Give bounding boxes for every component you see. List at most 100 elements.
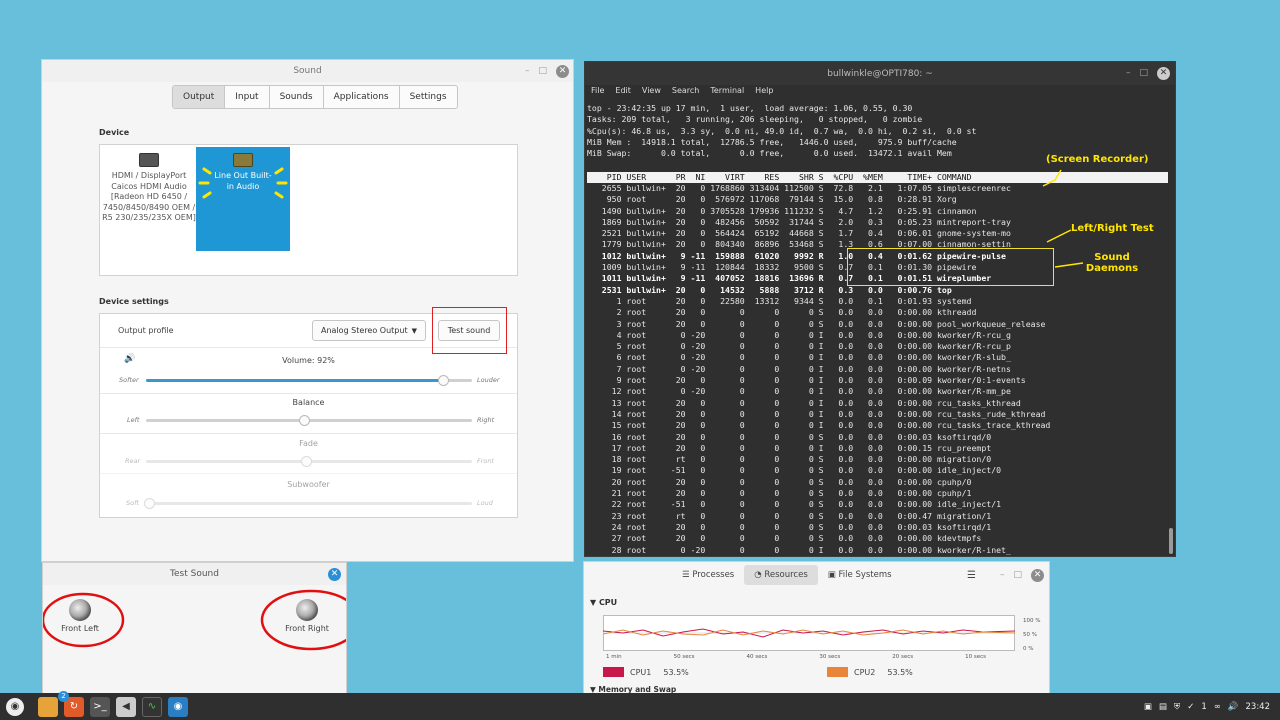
cpu-x-axis: 1 min 50 secs 40 secs 30 secs 20 secs 10…	[606, 654, 986, 660]
volume-icon[interactable]: 🔊	[1228, 702, 1239, 712]
y-tick: 50 %	[1023, 632, 1037, 638]
terminal-titlebar[interactable]: bullwinkle@OPTI780: ~ – □ ✕	[585, 62, 1175, 85]
maximize-icon[interactable]: □	[1013, 570, 1022, 580]
balance-label: Balance	[292, 398, 325, 407]
system-tray: ▣ ▤ ⛨ ✓ 1 ∞ 🔊 23:42	[1144, 693, 1270, 720]
output-profile-label: Output profile	[118, 326, 174, 335]
update-manager-icon[interactable]: ↻ 2	[58, 690, 84, 717]
tab-applications[interactable]: Applications	[324, 86, 400, 108]
balance-slider-handle[interactable]	[299, 415, 310, 426]
menu-help[interactable]: Help	[755, 86, 773, 95]
subwoofer-row: Subwoofer Soft Loud	[100, 474, 517, 518]
clock[interactable]: 23:42	[1246, 702, 1271, 712]
sound-tabs: Output Input Sounds Applications Setting…	[172, 85, 458, 109]
cpu-section-toggle[interactable]: ▼ CPU	[590, 598, 617, 607]
shield-icon[interactable]: ⛨	[1174, 702, 1180, 712]
menu-search[interactable]: Search	[672, 86, 699, 95]
menu-edit[interactable]: Edit	[615, 86, 631, 95]
y-tick: 100 %	[1023, 618, 1041, 624]
cpu2-legend: CPU2 53.5%	[827, 667, 913, 677]
test-sound-titlebar[interactable]: Test Sound ✕	[43, 563, 346, 585]
device-hdmi[interactable]: HDMI / DisplayPort Caicos HDMI Audio [Ra…	[102, 147, 196, 251]
volume-slider[interactable]	[146, 375, 472, 386]
x-tick: 50 secs	[673, 654, 695, 660]
red-circle-annotations	[43, 589, 346, 651]
process-row: 950 root 20 0 576972 117068 79144 S 15.0…	[587, 194, 957, 205]
x-tick: 1 min	[606, 654, 622, 660]
process-row: 21 root 20 0 0 0 0 S 0.0 0.0 0:00.00 cpu…	[587, 488, 972, 499]
maximize-icon[interactable]: □	[538, 66, 547, 76]
volume-slider-fill	[146, 379, 446, 382]
balance-min-label: Left	[127, 416, 140, 424]
device-line-out[interactable]: Line Out Built-in Audio	[196, 147, 290, 251]
clipboard-icon[interactable]: ▤	[1159, 702, 1167, 712]
update-icon[interactable]: ✓	[1187, 702, 1194, 712]
process-row: 22 root -51 0 0 0 0 S 0.0 0.0 0:00.00 id…	[587, 499, 1002, 510]
output-profile-select[interactable]: Analog Stereo Output ▼	[312, 320, 426, 341]
y-tick: 0 %	[1023, 646, 1034, 652]
subwoofer-max-label: Loud	[477, 499, 493, 507]
tab-output[interactable]: Output	[173, 86, 226, 108]
close-icon[interactable]: ✕	[556, 64, 569, 78]
process-row: 17 root 20 0 0 0 0 I 0.0 0.0 0:00.15 rcu…	[587, 442, 992, 453]
menu-file[interactable]: File	[591, 86, 604, 95]
tray-counter: 1	[1201, 701, 1207, 712]
summary-line: top - 23:42:35 up 17 min, 1 user, load a…	[587, 103, 913, 113]
cpu2-value: 53.5%	[887, 667, 913, 677]
menu-view[interactable]: View	[642, 86, 661, 95]
tab-processes[interactable]: ☰ Processes	[672, 565, 744, 585]
folder-icon[interactable]	[38, 696, 58, 717]
fade-min-label: Rear	[125, 457, 141, 465]
screenshot-icon[interactable]: ▣	[1144, 702, 1152, 712]
menu-terminal[interactable]: Terminal	[710, 86, 744, 95]
process-row: 1490 bullwin+ 20 0 3705528 179936 111232…	[587, 205, 977, 216]
x-tick: 10 secs	[965, 654, 986, 660]
device-heading: Device	[99, 128, 130, 137]
close-icon[interactable]: ✕	[328, 567, 341, 581]
hamburger-menu-icon[interactable]: ☰	[967, 570, 976, 581]
disk-icon: ▣	[827, 570, 839, 580]
cpu2-color-swatch[interactable]	[827, 667, 848, 677]
sysmon-tabs: ☰ Processes ◔ Resources ▣ File Systems	[672, 565, 902, 585]
terminal-scrollbar[interactable]	[1169, 528, 1173, 554]
list-icon: ☰	[682, 570, 693, 580]
cpu1-legend: CPU1 53.5%	[603, 667, 689, 677]
process-row: 1 root 20 0 22580 13312 9344 S 0.0 0.1 0…	[587, 295, 972, 306]
menu-icon[interactable]: ◉	[6, 697, 24, 716]
process-row: 19 root -51 0 0 0 0 S 0.0 0.0 0:00.00 id…	[587, 465, 1002, 476]
tab-resources-label: Resources	[764, 570, 808, 580]
device-list: HDMI / DisplayPort Caicos HDMI Audio [Ra…	[99, 144, 518, 276]
network-icon[interactable]: ∞	[1214, 702, 1221, 712]
balance-slider[interactable]	[146, 415, 472, 426]
system-monitor-icon[interactable]: ∿	[142, 696, 162, 717]
tab-sounds[interactable]: Sounds	[270, 86, 324, 108]
expand-triangle-icon: ▼	[590, 598, 599, 607]
sound-titlebar[interactable]: Sound – □ ✕	[42, 60, 573, 82]
volume-min-label: Softer	[119, 376, 139, 384]
minimize-icon[interactable]: –	[1126, 69, 1131, 78]
annotation-lr-test: Left/Right Test	[1071, 223, 1154, 234]
tab-file-systems[interactable]: ▣ File Systems	[818, 565, 902, 585]
summary-line: MiB Mem : 14918.1 total, 12786.5 free, 1…	[587, 136, 957, 147]
summary-line: MiB Swap: 0.0 total, 0.0 free, 0.0 used.…	[587, 148, 952, 159]
minimize-icon[interactable]: –	[1000, 570, 1005, 580]
process-row: 6 root 0 -20 0 0 0 I 0.0 0.0 0:00.00 kwo…	[587, 352, 1011, 363]
tab-resources[interactable]: ◔ Resources	[744, 565, 818, 585]
cpu1-color-swatch[interactable]	[603, 667, 624, 677]
maximize-icon[interactable]: □	[1139, 69, 1148, 78]
sound-settings-icon[interactable]: ◀	[116, 696, 136, 717]
cpu1-name: CPU1	[630, 667, 652, 677]
terminal-icon[interactable]: >_	[90, 696, 110, 717]
tab-input[interactable]: Input	[225, 86, 270, 108]
process-row: 12 root 0 -20 0 0 0 I 0.0 0.0 0:00.00 kw…	[587, 386, 1011, 397]
tab-settings[interactable]: Settings	[400, 86, 457, 108]
process-row: 2655 bullwin+ 20 0 1768860 313404 112500…	[587, 183, 1011, 193]
minimize-icon[interactable]: –	[525, 66, 530, 76]
close-icon[interactable]: ✕	[1157, 67, 1170, 80]
volume-label: Volume: 92%	[282, 356, 335, 365]
volume-slider-handle[interactable]	[438, 375, 449, 386]
screen-recorder-icon[interactable]: ◉	[168, 696, 188, 717]
close-icon[interactable]: ✕	[1031, 568, 1044, 582]
x-tick: 30 secs	[819, 654, 841, 660]
cpu-y-axis: 100 % 50 % 0 %	[1023, 614, 1040, 656]
